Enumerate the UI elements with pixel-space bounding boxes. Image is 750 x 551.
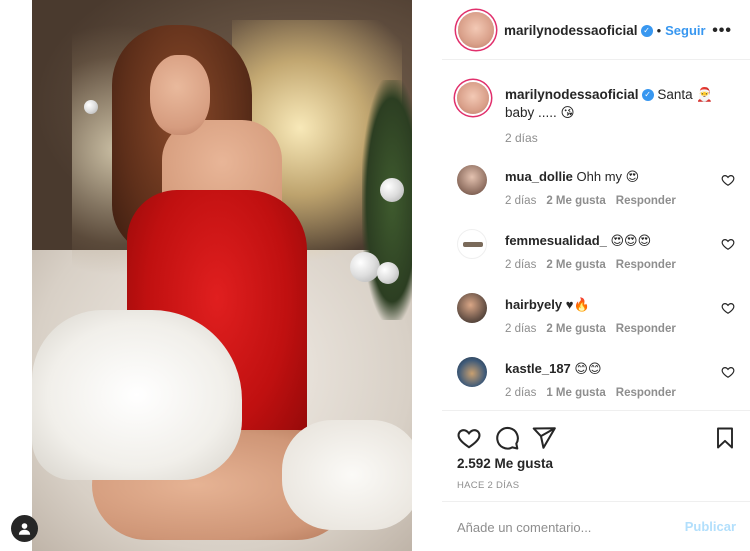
commenter-avatar[interactable] xyxy=(457,357,487,387)
comment-body: hairbyely ♥🔥 xyxy=(505,297,590,313)
comment-username[interactable]: mua_dollie xyxy=(505,169,573,184)
comment-body: mua_dollie Ohh my 😍 xyxy=(505,169,639,185)
comment-text: Ohh my 😍 xyxy=(576,169,640,184)
photo-ornament xyxy=(380,178,404,202)
author-avatar[interactable] xyxy=(458,12,494,48)
commenter-avatar[interactable] xyxy=(457,229,487,259)
avatar-logo-mark xyxy=(463,242,483,247)
comment-bubble-icon[interactable] xyxy=(494,425,520,451)
reply-button[interactable]: Responder xyxy=(616,323,676,335)
more-horizontal-icon[interactable]: ••• xyxy=(712,22,732,40)
comment-time[interactable]: 2 días xyxy=(505,195,536,207)
post-photo[interactable] xyxy=(32,0,412,551)
photo-ornament xyxy=(84,100,98,114)
bookmark-icon[interactable] xyxy=(713,425,737,451)
verified-icon: ✓ xyxy=(641,89,654,102)
separator-dot: • xyxy=(656,23,662,38)
heart-icon[interactable] xyxy=(721,237,735,251)
user-icon xyxy=(18,523,31,535)
comment-time[interactable]: 2 días xyxy=(505,387,536,399)
caption-username[interactable]: marilynodessaoficial xyxy=(505,87,639,102)
photo-fur-blanket xyxy=(32,310,242,480)
commenter-avatar[interactable] xyxy=(457,165,487,195)
comment-input[interactable] xyxy=(457,517,677,537)
comment-item: femmesualidad_ 😍😍😍 2 días 2 Me gusta Respo… xyxy=(457,229,737,285)
comment-text: ♥🔥 xyxy=(565,297,590,312)
comment-likes[interactable]: 2 Me gusta xyxy=(546,195,605,207)
photo-ornament xyxy=(350,252,380,282)
photo-face xyxy=(150,55,210,135)
caption-time[interactable]: 2 días xyxy=(505,131,538,145)
comment-likes[interactable]: 2 Me gusta xyxy=(546,323,605,335)
heart-icon[interactable] xyxy=(721,301,735,315)
action-icons-row xyxy=(456,425,736,451)
add-comment-bar: Publicar xyxy=(442,501,750,551)
comment-likes[interactable]: 2 Me gusta xyxy=(546,259,605,271)
like-heart-icon[interactable] xyxy=(456,425,482,451)
comment-username[interactable]: hairbyely xyxy=(505,297,562,312)
comment-time[interactable]: 2 días xyxy=(505,259,536,271)
comment-meta: 2 días 2 Me gusta Responder xyxy=(505,323,676,335)
publish-button[interactable]: Publicar xyxy=(685,519,736,534)
caption-avatar[interactable] xyxy=(457,82,489,114)
follow-button[interactable]: Seguir xyxy=(665,23,705,38)
reply-button[interactable]: Responder xyxy=(616,195,676,207)
post-header: marilynodessaoficial ✓ • Seguir ••• xyxy=(442,0,750,60)
heart-icon[interactable] xyxy=(721,365,735,379)
comment-meta: 2 días 2 Me gusta Responder xyxy=(505,195,676,207)
comment-username[interactable]: femmesualidad_ xyxy=(505,233,607,248)
comment-text: 😊😊 xyxy=(574,361,602,376)
comment-time[interactable]: 2 días xyxy=(505,323,536,335)
photo-ornament xyxy=(377,262,399,284)
reply-button[interactable]: Responder xyxy=(616,259,676,271)
comment-likes[interactable]: 1 Me gusta xyxy=(546,387,605,399)
comment-item: hairbyely ♥🔥 2 días 2 Me gusta Responder xyxy=(457,293,737,349)
photo-fur-blanket-right xyxy=(282,420,412,530)
comment-username[interactable]: kastle_187 xyxy=(505,361,571,376)
post-actions: 2.592 Me gusta HACE 2 DÍAS Publicar xyxy=(442,410,750,550)
post-media-area xyxy=(0,0,442,551)
post-timestamp[interactable]: HACE 2 DÍAS xyxy=(457,480,519,491)
author-username[interactable]: marilynodessaoficial xyxy=(504,23,638,38)
post-side-panel: marilynodessaoficial ✓ • Seguir ••• marilyn… xyxy=(442,0,750,551)
verified-icon: ✓ xyxy=(640,24,653,37)
commenter-avatar[interactable] xyxy=(457,293,487,323)
tagged-user-icon[interactable] xyxy=(11,515,38,542)
caption-text-block: marilynodessaoficial ✓ Santa 🎅 baby .....… xyxy=(505,86,730,122)
comment-text: 😍😍😍 xyxy=(610,233,652,248)
comment-body: femmesualidad_ 😍😍😍 xyxy=(505,233,651,249)
comment-item: mua_dollie Ohh my 😍 2 días 2 Me gusta Resp… xyxy=(457,165,737,221)
heart-icon[interactable] xyxy=(721,173,735,187)
likes-count[interactable]: 2.592 Me gusta xyxy=(457,456,553,471)
share-send-icon[interactable] xyxy=(531,425,557,451)
comment-item: kastle_187 😊😊 2 días 1 Me gusta Responder xyxy=(457,357,737,413)
reply-button[interactable]: Responder xyxy=(616,387,676,399)
comment-meta: 2 días 1 Me gusta Responder xyxy=(505,387,676,399)
comment-body: kastle_187 😊😊 xyxy=(505,361,602,377)
author-line: marilynodessaoficial ✓ • Seguir xyxy=(504,22,706,40)
comment-meta: 2 días 2 Me gusta Responder xyxy=(505,259,676,271)
